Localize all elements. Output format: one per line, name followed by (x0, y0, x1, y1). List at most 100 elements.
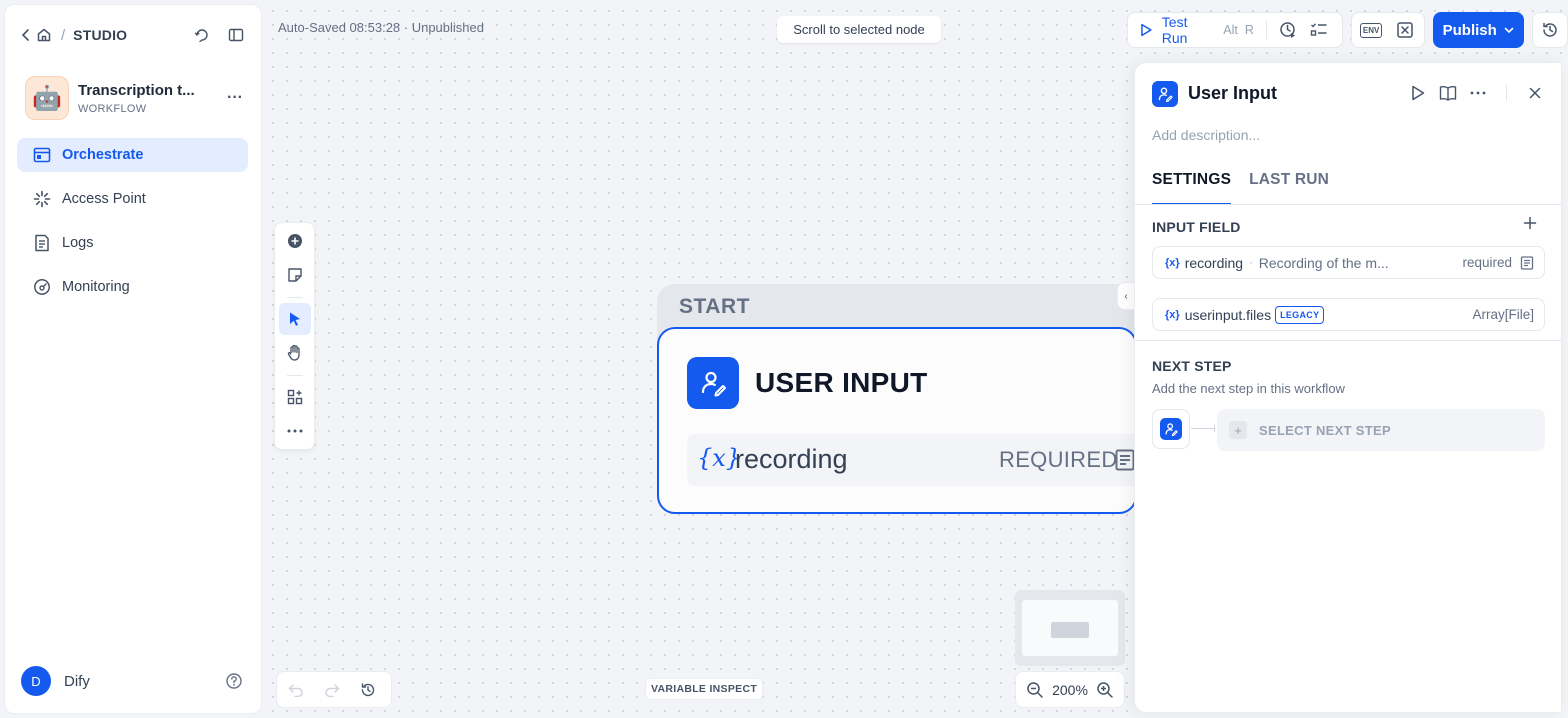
sidebar-item-label: Access Point (62, 191, 146, 207)
field-required: required (1462, 255, 1512, 270)
select-next-step-label: SELECT NEXT STEP (1259, 422, 1391, 438)
breadcrumb-separator: / (61, 26, 66, 44)
help-icon[interactable] (225, 672, 243, 690)
user-input-node[interactable]: USER INPUT {x} recording REQUIRED (657, 327, 1147, 514)
shortcut-key: R (1244, 23, 1254, 37)
back-chevron-icon[interactable] (17, 26, 35, 44)
input-field-row[interactable]: {x} userinput.files LEGACY Array[File] (1152, 298, 1545, 331)
publish-button[interactable]: Publish (1433, 12, 1525, 48)
zoom-controls: 200% (1015, 671, 1125, 708)
breadcrumb: / STUDIO (17, 21, 247, 49)
sidebar-item-label: Monitoring (62, 279, 130, 295)
undo-icon[interactable] (285, 679, 307, 701)
scroll-to-selected-button[interactable]: Scroll to selected node (777, 16, 941, 43)
sidebar-item-monitoring[interactable]: Monitoring (17, 270, 248, 304)
panel-title[interactable]: User Input (1188, 83, 1277, 104)
user-input-icon (1152, 81, 1178, 107)
input-field-title: INPUT FIELD (1152, 219, 1241, 235)
add-note-icon[interactable] (279, 259, 311, 291)
history-icon[interactable] (357, 679, 379, 701)
organize-blocks-icon[interactable] (279, 381, 311, 413)
app-avatar: 🤖 (25, 76, 69, 120)
select-next-step-button[interactable]: + SELECT NEXT STEP (1217, 409, 1545, 451)
version-history-button[interactable] (1532, 12, 1568, 48)
node-title: USER INPUT (755, 367, 928, 398)
help-book-icon[interactable] (1438, 83, 1458, 103)
home-icon[interactable] (35, 26, 53, 44)
user-name: Dify (64, 672, 90, 690)
add-input-field-icon[interactable] (1523, 216, 1541, 234)
legacy-badge: LEGACY (1275, 305, 1325, 324)
field-name: userinput.files (1184, 306, 1272, 323)
minimap[interactable] (1015, 590, 1125, 666)
sidebar-item-label: Orchestrate (62, 147, 144, 163)
zoom-level[interactable]: 200% (1052, 682, 1088, 698)
user-input-icon (687, 357, 739, 409)
app-type: WORKFLOW (78, 102, 147, 115)
publish-label: Publish (1442, 21, 1497, 39)
test-run-group: Test Run Alt R (1127, 12, 1344, 48)
variable-inspect-button[interactable]: VARIABLE INSPECT (645, 678, 763, 700)
node-group-label: START (679, 295, 750, 318)
undo-redo-group (276, 671, 392, 708)
sidebar-item-orchestrate[interactable]: Orchestrate (17, 138, 248, 172)
next-step-subtitle: Add the next step in this workflow (1152, 381, 1345, 396)
autosave-status: Auto-Saved 08:53:28 · Unpublished (278, 20, 484, 35)
field-type: Array[File] (1472, 307, 1534, 322)
sidebar-item-logs[interactable]: Logs (17, 226, 248, 260)
start-node-group[interactable]: START USER INPUT {x} recording REQUIRED (657, 284, 1147, 514)
minimap-node (1051, 622, 1089, 638)
node-variable-required: REQUIRED (999, 447, 1118, 472)
canvas-tools (274, 222, 315, 450)
variable-icon: {x} (1165, 256, 1180, 269)
conversation-variables-icon[interactable] (1392, 17, 1418, 43)
sync-icon[interactable] (191, 24, 213, 46)
user-input-icon (1160, 418, 1182, 440)
sidebar-item-access-point[interactable]: Access Point (17, 182, 248, 216)
checklist-icon[interactable] (1307, 17, 1333, 43)
add-node-icon[interactable] (279, 225, 311, 257)
chevron-left-icon[interactable]: ‹ (1117, 282, 1134, 310)
shortcut-key: Alt (1223, 23, 1238, 37)
tab-settings[interactable]: SETTINGS (1152, 171, 1232, 205)
monitoring-icon (33, 278, 51, 296)
more-tools-icon[interactable] (279, 415, 311, 447)
more-options-icon[interactable]: ··· (223, 86, 247, 110)
chevron-down-icon (1504, 27, 1514, 34)
sidebar: / STUDIO 🤖 Transcription t... WORKFLOW ·… (4, 4, 262, 714)
avatar: D (21, 666, 51, 696)
user-account[interactable]: D Dify (21, 665, 243, 697)
orchestrate-icon (33, 146, 51, 164)
collapse-sidebar-icon[interactable] (225, 24, 247, 46)
panel-actions (1408, 83, 1545, 103)
close-icon[interactable] (1525, 83, 1545, 103)
play-icon (1141, 23, 1152, 37)
node-settings-panel: User Input Add description... SETTINGS L… (1134, 62, 1562, 713)
field-description: Recording of the m... (1258, 254, 1389, 271)
zoom-in-icon[interactable] (1096, 681, 1114, 699)
redo-icon[interactable] (321, 679, 343, 701)
sidebar-nav: Orchestrate Access Point Logs Monitoring (17, 138, 248, 314)
description-input[interactable]: Add description... (1152, 127, 1260, 143)
input-field-row[interactable]: {x} recording · Recording of the m... re… (1152, 246, 1545, 279)
breadcrumb-studio[interactable]: STUDIO (73, 27, 127, 43)
hand-mode-icon[interactable] (279, 337, 311, 369)
env-icon[interactable]: ENV (1358, 17, 1384, 43)
variable-icon: {x} (1165, 308, 1180, 321)
node-variable-row: {x} recording REQUIRED (687, 434, 1147, 486)
pointer-mode-icon[interactable] (279, 303, 311, 335)
more-options-icon[interactable] (1468, 83, 1488, 103)
plus-icon: + (1229, 421, 1247, 439)
sidebar-item-label: Logs (62, 235, 94, 251)
zoom-out-icon[interactable] (1026, 681, 1044, 699)
app-name: Transcription t... (78, 81, 195, 99)
run-history-icon[interactable] (1275, 17, 1301, 43)
app-card[interactable]: 🤖 Transcription t... WORKFLOW ··· (25, 73, 247, 123)
history-icon (1543, 22, 1557, 37)
test-run-button[interactable]: Test Run (1162, 14, 1216, 46)
run-node-icon[interactable] (1408, 83, 1428, 103)
env-label: ENV (1359, 22, 1383, 38)
document-icon (1115, 449, 1135, 471)
current-node-icon (1152, 409, 1190, 449)
tab-last-run[interactable]: LAST RUN (1249, 171, 1329, 204)
